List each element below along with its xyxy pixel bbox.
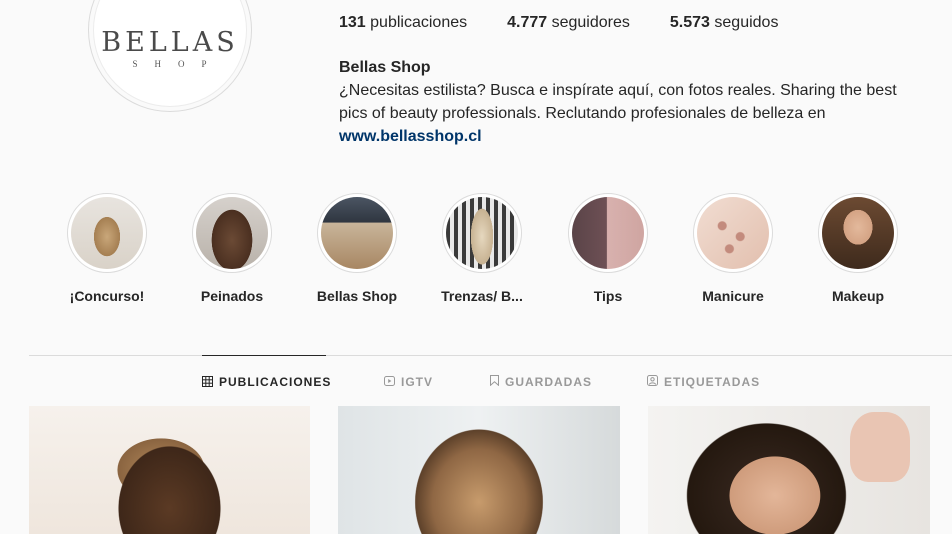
highlight-label: Peinados: [200, 288, 264, 304]
highlight-ring: [568, 193, 648, 273]
tab-label: PUBLICACIONES: [219, 375, 332, 389]
post-thumbnail[interactable]: [648, 406, 930, 534]
highlight-ring: [317, 193, 397, 273]
highlight-manicure[interactable]: Manicure: [678, 193, 788, 304]
following-count: 5.573: [669, 14, 710, 31]
grid-icon: [202, 375, 213, 389]
tab-publicaciones[interactable]: PUBLICACIONES: [202, 355, 330, 408]
bio-text: ¿Necesitas estilista? Busca e inspírate …: [339, 82, 897, 122]
highlight-makeup[interactable]: Makeup: [803, 193, 913, 304]
post-thumbnail[interactable]: [338, 406, 620, 534]
tab-igtv[interactable]: IGTV: [384, 355, 433, 408]
tab-etiquetadas[interactable]: ETIQUETADAS: [647, 355, 760, 408]
profile-stats: 131 publicaciones 4.777 seguidores 5.573…: [339, 14, 818, 32]
highlight-thumbnail: [446, 197, 518, 269]
igtv-icon: [384, 375, 395, 388]
highlight-label: Makeup: [831, 288, 885, 304]
highlight-ring: [442, 193, 522, 273]
highlight-ring: [818, 193, 898, 273]
logo-sub-text: SHOP: [132, 59, 224, 69]
bookmark-icon: [490, 375, 499, 388]
followers-count: 4.777: [507, 14, 548, 31]
highlight-thumbnail: [572, 197, 644, 269]
tab-label: GUARDADAS: [505, 374, 592, 389]
highlight-thumbnail: [697, 197, 769, 269]
post-thumbnail[interactable]: [29, 406, 310, 534]
posts-stat: 131 publicaciones: [339, 14, 467, 32]
highlight-trenzas[interactable]: Trenzas/ B...: [427, 193, 537, 304]
profile-avatar[interactable]: BELLAS SHOP: [88, 0, 252, 112]
highlight-tips[interactable]: Tips: [553, 193, 663, 304]
highlight-thumbnail: [321, 197, 393, 269]
profile-logo: BELLAS SHOP: [93, 0, 247, 107]
highlight-ring: [67, 193, 147, 273]
post-detail: [850, 412, 910, 482]
highlight-label: ¡Concurso!: [69, 288, 145, 304]
highlight-label: Tips: [593, 288, 623, 304]
following-stat[interactable]: 5.573 seguidos: [670, 14, 779, 32]
posts-label: publicaciones: [370, 14, 468, 31]
highlight-ring: [192, 193, 272, 273]
profile-name: Bellas Shop: [339, 59, 431, 76]
story-highlights: ¡Concurso! Peinados Bellas Shop Trenzas/…: [0, 193, 952, 313]
highlight-bellas-shop[interactable]: Bellas Shop: [302, 193, 412, 304]
highlight-thumbnail: [196, 197, 268, 269]
followers-stat[interactable]: 4.777 seguidores: [507, 14, 630, 32]
website-link[interactable]: www.bellasshop.cl: [339, 125, 482, 148]
highlight-thumbnail: [71, 197, 143, 269]
following-label: seguidos: [714, 14, 779, 31]
highlight-label: Bellas Shop: [316, 288, 398, 304]
logo-main-text: BELLAS: [101, 27, 239, 58]
highlight-thumbnail: [822, 197, 894, 269]
tag-icon: [647, 375, 658, 388]
tab-label: IGTV: [401, 374, 434, 389]
highlight-concurso[interactable]: ¡Concurso!: [52, 193, 162, 304]
highlight-ring: [693, 193, 773, 273]
highlight-peinados[interactable]: Peinados: [177, 193, 287, 304]
followers-label: seguidores: [551, 14, 630, 31]
tab-label: ETIQUETADAS: [664, 374, 761, 389]
profile-bio: Bellas Shop ¿Necesitas estilista? Busca …: [339, 56, 919, 148]
highlight-label: Trenzas/ B...: [441, 288, 523, 304]
posts-count: 131: [339, 14, 366, 31]
highlight-label: Manicure: [702, 288, 764, 304]
tab-guardadas[interactable]: GUARDADAS: [490, 355, 592, 408]
